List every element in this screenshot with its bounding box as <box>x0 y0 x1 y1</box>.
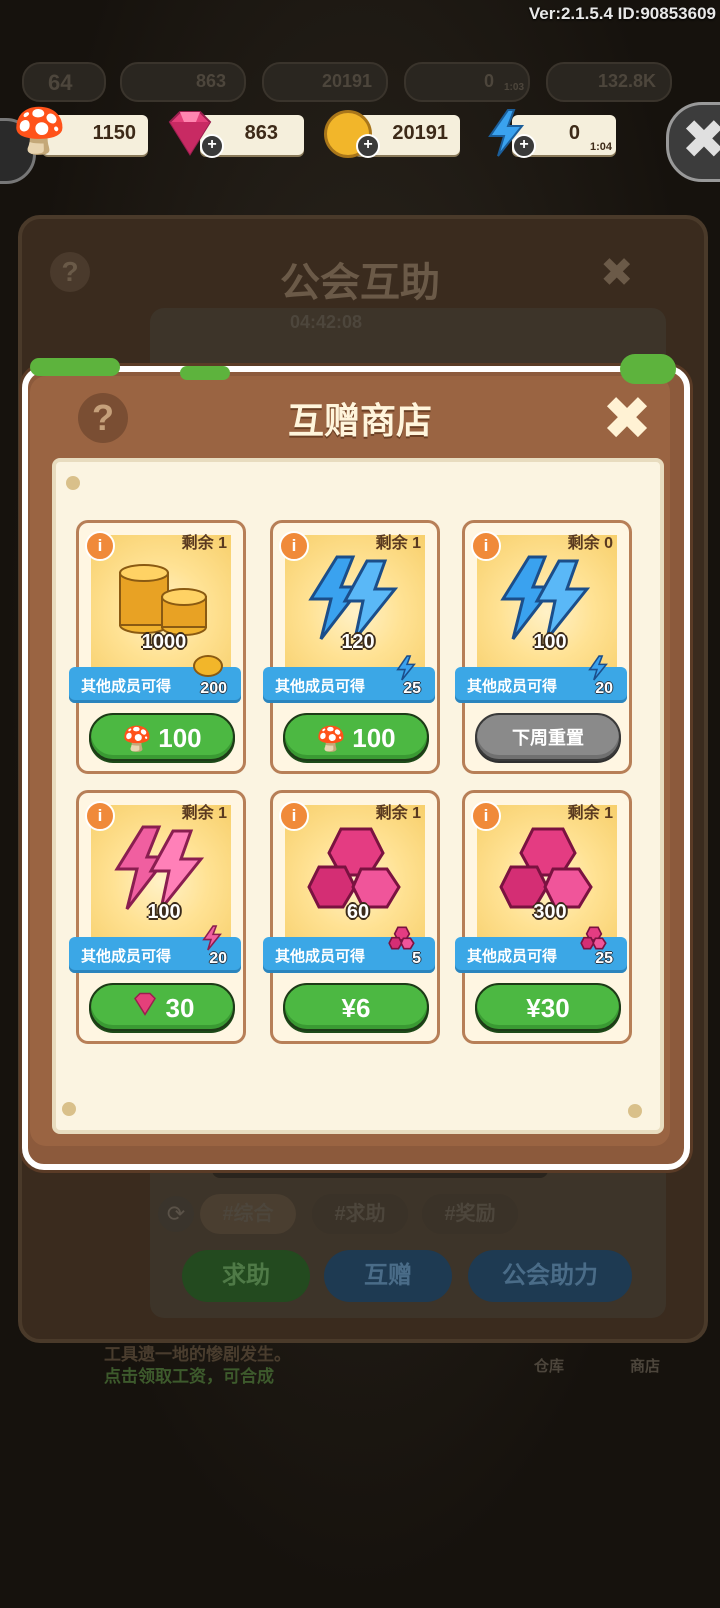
bonus-ribbon: 其他成员可得 20 <box>69 925 241 973</box>
pink-crystal-icon <box>301 823 411 913</box>
close-button[interactable]: ✖ <box>600 389 654 449</box>
bg-footer-text-2: 点击领取工资，可合成 <box>104 1367 274 1386</box>
pin-icon <box>628 1104 642 1118</box>
buy-button[interactable]: 🍄 100 <box>89 713 235 761</box>
mushroom-icon: 🍄 <box>122 726 153 753</box>
add-energy-icon[interactable]: + <box>512 134 536 158</box>
add-coins-icon[interactable]: + <box>356 134 380 158</box>
bg-energy-text: 0 <box>483 71 494 91</box>
refresh-icon: ⟳ <box>158 1196 194 1232</box>
item-amount: 120 <box>341 631 375 653</box>
bonus-ribbon: 其他成员可得 200 <box>69 655 241 703</box>
remaining-count: 剩余 1 <box>375 805 421 822</box>
leaf-decor-mid <box>180 366 230 380</box>
buy-button[interactable]: 30 <box>89 983 235 1031</box>
shop-card: i 剩余 1 100 其他成员可得 20 30 <box>69 790 246 1044</box>
remaining-count: 剩余 1 <box>567 805 613 822</box>
reset-next-week-button[interactable]: 下周重置 <box>475 713 621 761</box>
button-label: 30 <box>165 993 195 1023</box>
pin-icon <box>62 1102 76 1116</box>
bonus-amount: 25 <box>595 950 613 967</box>
bg-energy-timer: 1:03 <box>503 82 524 93</box>
bg-warehouse-label: 仓库 <box>534 1358 565 1375</box>
bg-gem-text: 863 <box>195 71 226 91</box>
version-text: Ver:2.1.5.4 ID:90853609 <box>528 4 716 23</box>
button-label: 100 <box>158 723 202 753</box>
buy-button[interactable]: ¥30 <box>475 983 621 1031</box>
bg-filter-all: #综合 <box>200 1194 296 1234</box>
bg-filter-help: #求助 <box>312 1194 408 1234</box>
bonus-label: 其他成员可得 <box>81 948 172 965</box>
mushroom-icon: 🍄 <box>316 726 347 753</box>
remaining-count: 剩余 1 <box>181 535 227 552</box>
bg-close-icon: ✖ <box>600 251 634 295</box>
bonus-label: 其他成员可得 <box>81 678 172 695</box>
energy-value: 0 <box>568 122 580 144</box>
shop-card: i 剩余 1 300 其他成员可得 25 ¥30 <box>455 790 632 1044</box>
bg-tab-help: 求助 <box>182 1250 310 1302</box>
bg-coin-text: 20191 <box>321 71 372 91</box>
item-amount: 60 <box>346 901 370 923</box>
item-amount: 100 <box>147 901 181 923</box>
item-amount: 100 <box>533 631 567 653</box>
button-label: ¥6 <box>341 993 371 1023</box>
button-label: 100 <box>352 723 396 753</box>
bonus-label: 其他成员可得 <box>275 948 366 965</box>
shop-card: i 剩余 1 60 其他成员可得 5 ¥6 <box>263 790 440 1044</box>
bg-gem-stat: 863 <box>120 62 246 102</box>
bonus-label: 其他成员可得 <box>467 678 558 695</box>
shop-card: i 剩余 0 100 其他成员可得 20 下周重置 <box>455 520 632 774</box>
leaf-decor-right <box>620 354 676 384</box>
add-gems-icon[interactable]: + <box>200 134 224 158</box>
mushroom-value: 1150 <box>92 122 136 144</box>
shop-card: i 剩余 1 120 其他成员可得 25 🍄 100 <box>263 520 440 774</box>
bg-level-text: 64 <box>48 70 73 95</box>
gem-value: 863 <box>244 122 278 144</box>
bonus-amount: 25 <box>403 680 421 697</box>
bg-timer-text: 04:42:08 <box>290 312 363 332</box>
gem-icon <box>130 992 160 1023</box>
item-amount: 1000 <box>141 631 187 653</box>
item-amount: 300 <box>533 901 567 923</box>
pink-lightning-icon <box>107 823 217 913</box>
shop-card: i 剩余 1 1000 其他成员可得 200 🍄 100 <box>69 520 246 774</box>
blue-lightning-icon <box>301 553 411 643</box>
pin-icon <box>66 476 80 490</box>
bg-tab-guild-boost: 公会助力 <box>468 1250 632 1302</box>
buy-button[interactable]: 🍄 100 <box>283 713 429 761</box>
bg-seed-text: 132.8K <box>597 71 656 91</box>
remaining-count: 剩余 1 <box>181 805 227 822</box>
bonus-label: 其他成员可得 <box>275 678 366 695</box>
bg-level-badge: 64 <box>22 62 106 102</box>
mushroom-icon: 🍄 <box>12 107 67 156</box>
remaining-count: 剩余 0 <box>567 535 613 552</box>
bg-coin-stat: 20191 <box>262 62 388 102</box>
pink-crystal-icon <box>493 823 603 913</box>
bg-seed-stat: 132.8K <box>546 62 672 102</box>
bonus-amount: 20 <box>209 950 227 967</box>
bonus-amount: 20 <box>595 680 613 697</box>
coins-stack-icon <box>107 553 217 643</box>
bonus-amount: 200 <box>200 680 227 697</box>
button-label: ¥30 <box>526 993 570 1023</box>
bg-energy-stat: 0 1:03 <box>404 62 530 102</box>
bonus-label: 其他成员可得 <box>467 948 558 965</box>
bonus-amount: 5 <box>412 950 421 967</box>
buy-button[interactable]: ¥6 <box>283 983 429 1031</box>
bg-tab-gift: 互赠 <box>324 1250 452 1302</box>
button-label: 下周重置 <box>512 728 584 748</box>
bg-shop-label: 商店 <box>630 1358 661 1375</box>
bonus-ribbon: 其他成员可得 25 <box>263 655 435 703</box>
remaining-count: 剩余 1 <box>375 535 421 552</box>
leaf-decor-left <box>30 358 120 376</box>
blue-lightning-icon <box>493 553 603 643</box>
energy-timer: 1:04 <box>589 141 612 153</box>
coin-value: 20191 <box>392 122 448 144</box>
bonus-ribbon: 其他成员可得 25 <box>455 926 627 973</box>
bonus-ribbon: 其他成员可得 5 <box>263 926 435 973</box>
bonus-ribbon: 其他成员可得 20 <box>455 655 627 703</box>
bg-filter-reward: #奖励 <box>422 1194 518 1234</box>
